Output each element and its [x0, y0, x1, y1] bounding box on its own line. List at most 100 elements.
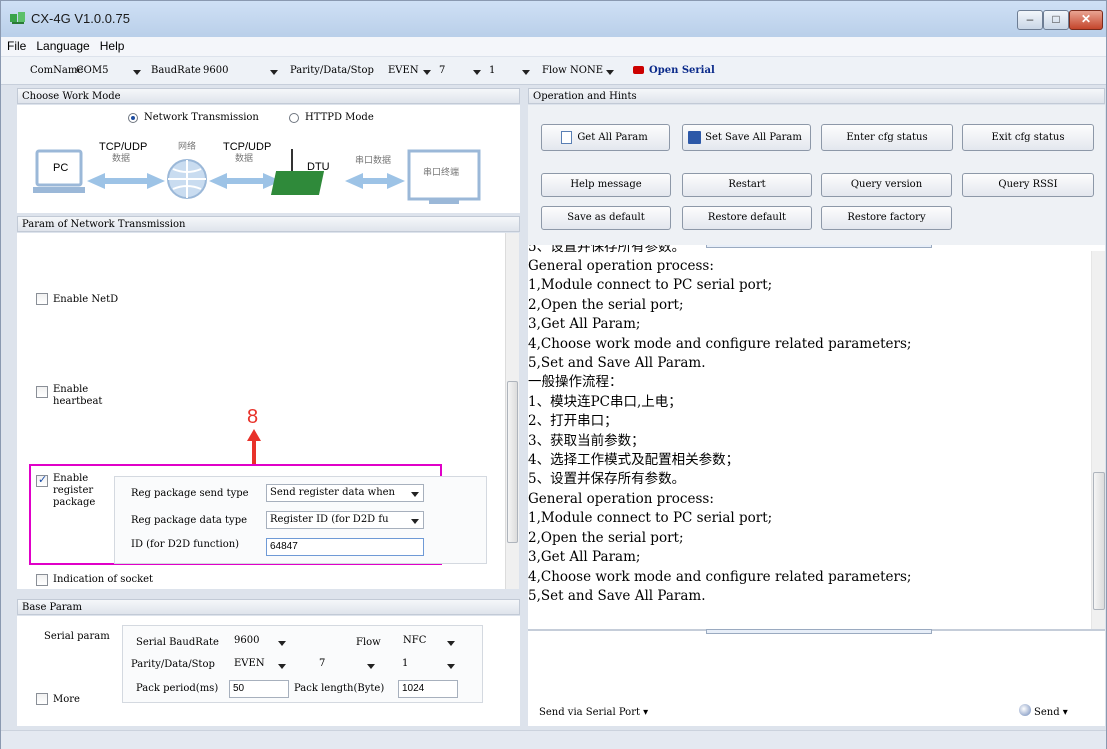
maximize-button[interactable]: □	[1043, 10, 1069, 30]
reg-data-type-value: Register ID (for D2D fu	[270, 514, 389, 525]
log-line: 3、获取当前参数；	[528, 432, 645, 449]
pack-length-input[interactable]: 1024	[398, 680, 458, 698]
baud-select[interactable]: 9600	[199, 62, 281, 80]
restore-default-button[interactable]: Restore default	[682, 206, 812, 230]
query-version-button[interactable]: Query version	[821, 173, 952, 197]
chevron-down-icon[interactable]	[270, 70, 278, 75]
splitter-handle[interactable]	[706, 629, 932, 634]
chevron-down-icon[interactable]	[522, 70, 530, 75]
set-save-all-param-label: Set Save All Param	[705, 132, 802, 143]
chevron-down-icon[interactable]	[447, 641, 455, 646]
log-line: 3,Get All Param;	[528, 316, 641, 333]
close-button[interactable]: ✕	[1069, 10, 1103, 30]
restart-button[interactable]: Restart	[682, 173, 812, 197]
id-input[interactable]: 64847	[266, 538, 424, 556]
send-icon	[1019, 704, 1031, 716]
log-line: General operation process:	[528, 258, 714, 274]
base-data-bits-value: 7	[319, 658, 326, 669]
save-as-default-button[interactable]: Save as default	[541, 206, 671, 230]
annotation-arrow-icon	[247, 429, 261, 465]
reg-data-type-select[interactable]: Register ID (for D2D fu	[266, 511, 424, 529]
log-line: 4、选择工作模式及配置相关参数；	[528, 452, 740, 469]
chevron-down-icon[interactable]	[133, 70, 141, 75]
chevron-down-icon[interactable]	[278, 641, 286, 646]
reg-send-type-select[interactable]: Send register data when	[266, 484, 424, 502]
reg-data-type-label: Reg package data type	[131, 515, 248, 526]
exit-cfg-status-button[interactable]: Exit cfg status	[962, 124, 1094, 151]
base-param-header: Base Param	[17, 599, 520, 615]
splitter-handle[interactable]	[706, 245, 932, 248]
chevron-down-icon[interactable]	[367, 664, 375, 669]
open-serial-button[interactable]: Open Serial	[649, 65, 715, 76]
get-all-param-label: Get All Param	[577, 132, 648, 143]
set-save-all-param-button[interactable]: Set Save All Param	[682, 124, 811, 151]
menu-language[interactable]: Language	[30, 37, 93, 53]
base-stop-bits-value: 1	[402, 658, 409, 669]
minimize-button[interactable]: –	[1017, 10, 1043, 30]
base-pds-label: Parity/Data/Stop	[131, 659, 215, 670]
httpd-radio[interactable]	[289, 113, 299, 123]
diagram-tcp1: TCP/UDP	[99, 141, 148, 153]
enable-netd-label: Enable NetD	[53, 294, 119, 305]
get-all-param-button[interactable]: Get All Param	[541, 124, 670, 151]
pack-period-label: Pack period(ms)	[136, 683, 219, 694]
log-line: 2,Open the serial port;	[528, 529, 684, 546]
query-rssi-button[interactable]: Query RSSI	[962, 173, 1094, 197]
log-scroll-thumb[interactable]	[1093, 472, 1105, 610]
log-scrollbar[interactable]	[1091, 251, 1105, 629]
chevron-down-icon[interactable]	[447, 664, 455, 669]
open-serial-icon[interactable]	[633, 66, 644, 74]
data-bits-value: 7	[439, 65, 446, 76]
more-label: More	[53, 694, 80, 705]
diagram-data2: 数据	[235, 154, 254, 164]
chevron-down-icon[interactable]	[411, 519, 419, 524]
net-radio[interactable]	[128, 113, 138, 123]
send-via-dropdown[interactable]: Send via Serial Port ▾	[539, 707, 648, 719]
menu-file[interactable]: File	[1, 37, 30, 53]
diagram-serial-terminal: 串口终端	[423, 168, 460, 178]
serial-toolbar: ComName COM5 BaudRate 9600 Parity/Data/S…	[1, 57, 1106, 85]
id-value: 64847	[270, 541, 298, 552]
chevron-down-icon[interactable]	[411, 492, 419, 497]
log-line: 4,Choose work mode and configure related…	[528, 568, 912, 585]
chevron-down-icon[interactable]	[473, 70, 481, 75]
net-params-header: Param of Network Transmission	[17, 216, 520, 232]
base-parity-value: EVEN	[234, 658, 265, 669]
title-bar: CX-4G V1.0.0.75 – □ ✕	[1, 1, 1106, 37]
enable-register-checkbox[interactable]	[36, 473, 48, 487]
pack-length-value: 1024	[402, 683, 425, 694]
net-mode-label: Network Transmission	[144, 112, 259, 123]
baud-value: 9600	[203, 65, 229, 76]
enable-netd-checkbox[interactable]	[36, 293, 48, 305]
send-button[interactable]: Send ▾	[1034, 707, 1068, 719]
parity-value: EVEN	[388, 65, 419, 76]
more-checkbox[interactable]	[36, 693, 48, 705]
restore-factory-button[interactable]: Restore factory	[821, 206, 952, 230]
log-top-partial: 5、设置并保存所有参数。	[528, 245, 686, 255]
base-flow-label: Flow	[356, 637, 381, 648]
net-params-scrollbar[interactable]	[505, 233, 519, 589]
enable-heartbeat-checkbox[interactable]	[36, 386, 48, 398]
chevron-down-icon[interactable]	[606, 70, 614, 75]
enable-register-label: Enable register package	[53, 473, 96, 508]
flow-label: Flow	[542, 65, 567, 76]
document-icon	[561, 131, 572, 144]
log-line: 4,Choose work mode and configure related…	[528, 335, 912, 352]
log-line: 3,Get All Param;	[528, 549, 641, 566]
diagram-serial-data: 串口数据	[355, 156, 392, 166]
reg-send-type-label: Reg package send type	[131, 488, 249, 499]
pack-period-input[interactable]: 50	[229, 680, 289, 698]
chevron-down-icon[interactable]	[423, 70, 431, 75]
diagram-tcp2: TCP/UDP	[223, 141, 272, 153]
enter-cfg-status-button[interactable]: Enter cfg status	[821, 124, 953, 151]
help-message-button[interactable]: Help message	[541, 173, 671, 197]
pack-length-label: Pack length(Byte)	[294, 683, 385, 694]
window-title: CX-4G V1.0.0.75	[31, 11, 130, 26]
menu-help[interactable]: Help	[94, 37, 129, 53]
annotation-number: 8	[247, 406, 259, 428]
indication-socket-checkbox[interactable]	[36, 574, 48, 586]
chevron-down-icon[interactable]	[278, 664, 286, 669]
hint-log-text: General operation process: 1,Module conne…	[528, 257, 911, 606]
log-line: 5,Set and Save All Param.	[528, 355, 706, 372]
scroll-thumb[interactable]	[507, 381, 518, 543]
